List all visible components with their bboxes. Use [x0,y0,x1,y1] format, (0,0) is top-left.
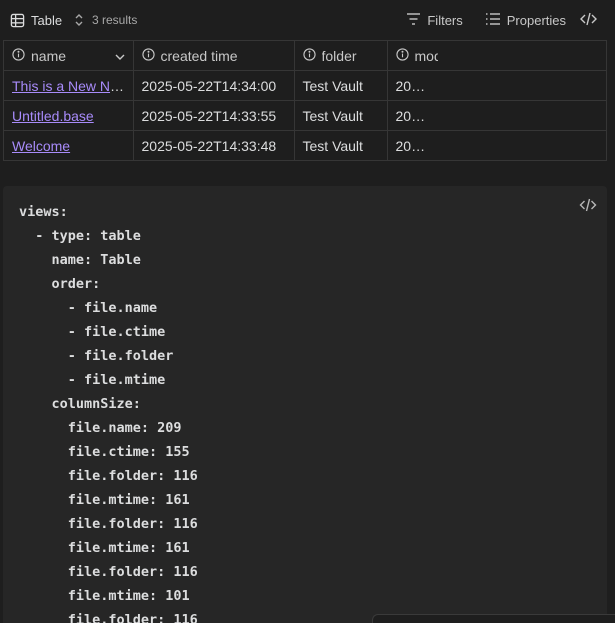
table-header-row: name created time folder mo [4,41,606,71]
cell-created-time[interactable]: 2025-05-22T14:34:00 [133,70,295,101]
code-line: file.folder: 116 [19,612,198,623]
info-icon [141,47,155,64]
file-link[interactable]: This is a New Note [12,78,129,94]
code-line: file.folder: 116 [19,516,198,532]
bases-toolbar: Table 3 results Filters Properties [0,0,615,40]
table-row: This is a New Note 2025-05-22T14:34:00 T… [4,70,606,101]
cell-name[interactable]: This is a New Note [4,70,134,101]
column-label: name [31,47,67,64]
view-switcher[interactable]: Table [10,9,84,31]
code-icon [580,12,597,29]
cell-name[interactable]: Welcome [4,130,134,160]
column-label: created time [160,47,238,64]
code-icon[interactable] [579,198,597,217]
cell-modified-value: 2025-05-22T14:33:48 [395,137,430,154]
cell-created-time[interactable]: 2025-05-22T14:33:55 [133,100,295,131]
chevrons-up-down-icon [74,13,84,27]
code-line: file.mtime: 101 [19,588,190,604]
properties-button[interactable]: Properties [485,12,566,29]
code-line: columnSize: [19,396,141,412]
properties-label: Properties [506,12,566,28]
info-icon [302,47,316,64]
column-header-name[interactable]: name [4,41,134,71]
code-line: file.folder: 116 [19,468,198,484]
cell-name[interactable]: Untitled.base [4,100,134,131]
code-line: file.name: 209 [19,420,182,436]
view-label: Table [31,12,63,28]
filter-icon [406,12,421,29]
info-icon [395,47,409,64]
file-link[interactable]: Untitled.base [12,108,94,124]
code-line: - type: table [19,228,141,244]
table-icon [10,13,25,28]
bases-view: Table 3 results Filters Properties name … [0,0,615,623]
cell-modified-value: 2025-05-22T14:34:00 [395,77,430,94]
filters-label: Filters [427,12,463,28]
code-line: - file.folder [19,348,174,364]
code-line: file.ctime: 155 [19,444,190,460]
column-header-modified-time[interactable]: modified time [387,41,606,71]
code-toggle-button[interactable] [580,12,597,29]
table-row: Welcome 2025-05-22T14:33:48 Test Vault 2… [4,130,606,161]
cell-modified-time[interactable]: 2025-05-22T14:33:48 [387,131,606,161]
code-line: - file.name [19,300,158,316]
cell-folder[interactable]: Test Vault [294,130,388,160]
cell-modified-time[interactable]: 2025-05-22T14:34:00 [387,70,606,101]
column-label: modified time [414,47,438,64]
code-line: file.mtime: 161 [19,540,190,556]
cell-created-time[interactable]: 2025-05-22T14:33:48 [133,130,295,160]
filters-button[interactable]: Filters [406,12,463,29]
cell-folder[interactable]: Test Vault [294,100,388,131]
code-line: name: Table [19,252,141,268]
results-table: name created time folder mo This is a Ne… [3,40,607,161]
list-icon [485,12,501,29]
cell-folder[interactable]: Test Vault [294,70,388,101]
column-header-folder[interactable]: folder [294,41,388,71]
chevron-down-icon [115,48,125,64]
cell-modified-time[interactable]: 2025-05-22T14:33:55 [387,100,606,131]
code-line: - file.mtime [19,372,166,388]
code-line: file.folder: 116 [19,564,198,580]
column-header-created-time[interactable]: created time [133,41,295,71]
code-line: - file.ctime [19,324,166,340]
yaml-code: views: - type: table name: Table order: … [19,200,198,623]
cell-modified-value: 2025-05-22T14:33:55 [395,107,430,124]
code-line: file.mtime: 161 [19,492,190,508]
code-line: order: [19,276,101,292]
table-row: Untitled.base 2025-05-22T14:33:55 Test V… [4,100,606,131]
info-icon [12,47,25,64]
bottom-popover-edge [372,614,615,623]
column-label: folder [321,47,357,64]
result-count: 3 results [92,13,138,27]
base-code-block[interactable]: views: - type: table name: Table order: … [3,186,607,623]
code-line: views: [19,204,68,220]
file-link[interactable]: Welcome [12,138,70,154]
